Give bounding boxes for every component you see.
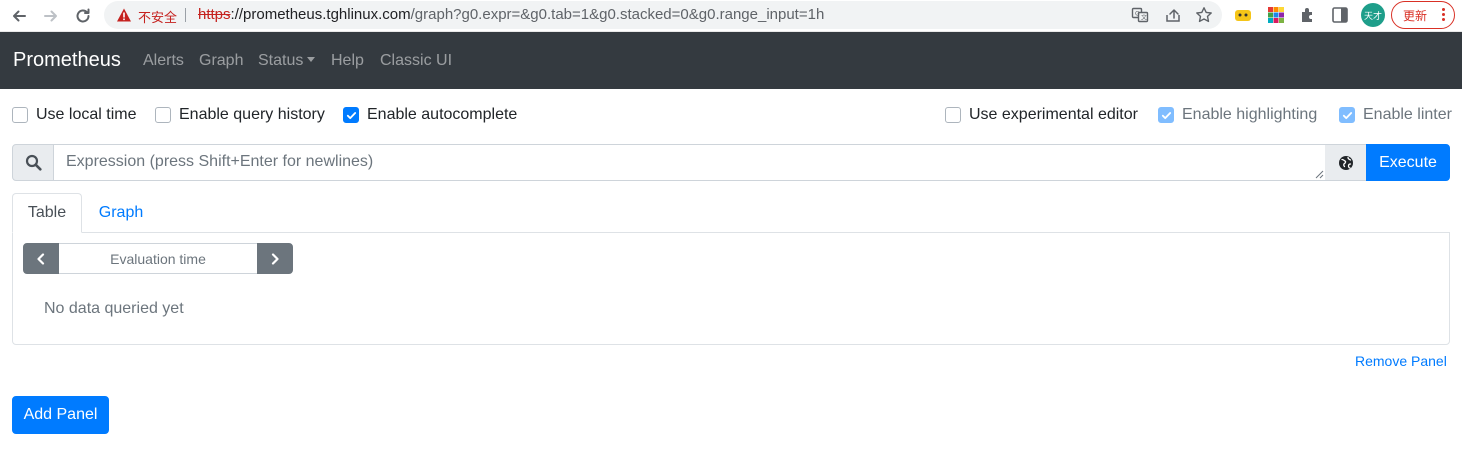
brand-logo[interactable]: Prometheus [13, 49, 121, 72]
use-local-time-checkbox[interactable] [12, 107, 28, 123]
enable-autocomplete-label: Enable autocomplete [367, 106, 518, 123]
extensions-puzzle-icon[interactable] [1298, 5, 1318, 25]
svg-text:文: 文 [1141, 14, 1147, 22]
warning-icon [117, 8, 131, 22]
search-icon [25, 154, 42, 171]
enable-highlighting-checkbox [1158, 107, 1174, 123]
address-bar[interactable]: 不安全 https://prometheus.tghlinux.com/grap… [104, 1, 1222, 29]
caret-down-icon [307, 57, 316, 62]
arrow-left-icon [13, 10, 26, 22]
profile-avatar[interactable]: 天才 [1361, 3, 1385, 27]
use-experimental-editor-label: Use experimental editor [969, 106, 1138, 123]
extension-color-grid-icon[interactable] [1266, 5, 1286, 25]
tab-graph[interactable]: Graph [84, 193, 158, 233]
update-label: 更新 [1403, 8, 1428, 23]
svg-text:G: G [1135, 11, 1140, 18]
metrics-explorer-button[interactable] [1325, 144, 1367, 181]
enable-linter-label: Enable linter [1363, 106, 1452, 123]
extension-cat-icon[interactable] [1233, 5, 1253, 25]
enable-query-history-option[interactable]: Enable query history [155, 105, 325, 125]
chevron-right-icon [271, 252, 279, 265]
browser-toolbar: 不安全 https://prometheus.tghlinux.com/grap… [0, 0, 1462, 32]
expression-input[interactable] [53, 144, 1326, 181]
reload-button[interactable] [71, 4, 95, 28]
tab-table[interactable]: Table [12, 193, 82, 233]
remove-panel-link[interactable]: Remove Panel [1355, 353, 1447, 369]
use-local-time-label: Use local time [36, 106, 137, 123]
back-button[interactable] [7, 4, 31, 28]
search-addon [12, 144, 54, 181]
url-host: ://prometheus.tghlinux.com [230, 6, 411, 23]
kebab-menu-icon [1442, 8, 1445, 22]
no-data-message: No data queried yet [44, 300, 184, 317]
resize-grip-icon[interactable] [1313, 168, 1324, 179]
checkmark-icon [1161, 111, 1171, 119]
insecure-label: 不安全 [138, 11, 178, 26]
nav-classic-ui[interactable]: Classic UI [380, 52, 452, 70]
url-path: /graph?g0.expr=&g0.tab=1&g0.stacked=0&g0… [410, 6, 825, 23]
use-experimental-editor-checkbox[interactable] [945, 107, 961, 123]
reload-icon [76, 8, 90, 23]
globe-icon [1338, 155, 1353, 170]
bookmark-star-icon[interactable] [1195, 6, 1213, 24]
use-experimental-editor-option[interactable]: Use experimental editor [945, 105, 1138, 125]
execute-button[interactable]: Execute [1366, 144, 1450, 181]
url-scheme: https [198, 6, 231, 23]
enable-query-history-checkbox[interactable] [155, 107, 171, 123]
evaluation-time-input[interactable] [59, 243, 257, 274]
omnibox-divider [185, 8, 186, 22]
enable-highlighting-label: Enable highlighting [1182, 106, 1318, 123]
evaluation-time-picker [23, 243, 293, 274]
share-icon[interactable] [1164, 6, 1182, 24]
enable-highlighting-option: Enable highlighting [1158, 105, 1317, 125]
forward-button[interactable] [39, 4, 63, 28]
use-local-time-option[interactable]: Use local time [12, 105, 136, 125]
chevron-left-icon [37, 252, 45, 265]
enable-linter-option: Enable linter [1339, 105, 1452, 125]
enable-query-history-label: Enable query history [179, 106, 325, 123]
url-text: https://prometheus.tghlinux.com/graph?g0… [198, 6, 824, 23]
nav-status-dropdown[interactable]: Status [258, 52, 316, 70]
top-navbar: Prometheus Alerts Graph Status Help Clas… [0, 32, 1462, 89]
eval-time-prev-button[interactable] [23, 243, 59, 274]
nav-help[interactable]: Help [331, 52, 364, 70]
arrow-right-icon [44, 10, 57, 22]
enable-autocomplete-checkbox[interactable] [343, 107, 359, 123]
side-panel-icon[interactable] [1330, 5, 1350, 25]
nav-status-label: Status [258, 52, 304, 69]
browser-update-button[interactable]: 更新 [1391, 1, 1455, 29]
nav-alerts[interactable]: Alerts [143, 52, 184, 70]
checkmark-icon [346, 111, 356, 119]
enable-linter-checkbox [1339, 107, 1355, 123]
checkmark-icon [1342, 111, 1352, 119]
eval-time-next-button[interactable] [257, 243, 293, 274]
enable-autocomplete-option[interactable]: Enable autocomplete [343, 105, 517, 125]
add-panel-button[interactable]: Add Panel [12, 396, 109, 434]
translate-icon[interactable]: G文 [1131, 6, 1149, 24]
nav-graph[interactable]: Graph [199, 52, 243, 70]
